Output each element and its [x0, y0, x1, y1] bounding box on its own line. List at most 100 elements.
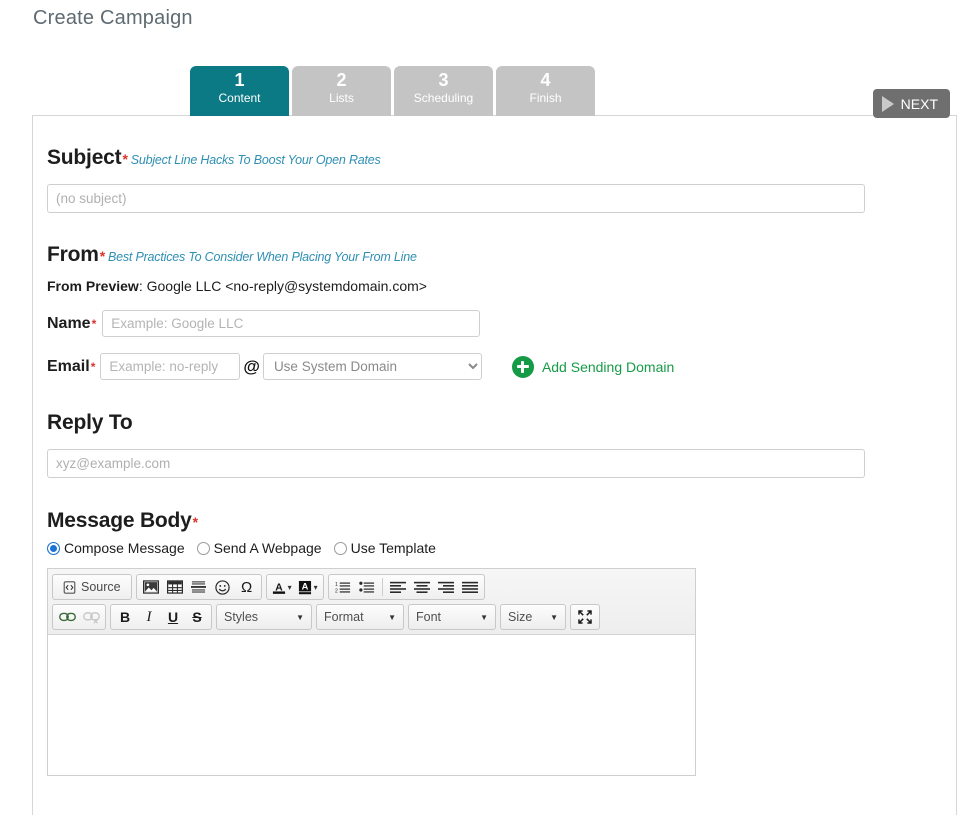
font-dropdown[interactable]: Font ▼: [408, 604, 496, 630]
svg-text:A: A: [301, 581, 308, 591]
from-name-required-mark: *: [91, 316, 97, 331]
from-required-mark: *: [99, 248, 105, 264]
wizard-steps: 1 Content 2 Lists 3 Scheduling 4 Finish: [190, 66, 595, 116]
editor-toolbar-row-1: Source Ω A ▾ A ▾ 1 2: [52, 574, 691, 600]
special-character-icon[interactable]: Ω: [235, 576, 259, 598]
editor-content-area[interactable]: [48, 635, 695, 775]
message-body-options: Compose Message Send A Webpage Use Templ…: [47, 540, 956, 556]
sending-domain-select[interactable]: Use System Domain: [262, 353, 482, 380]
option-send-a-webpage-label: Send A Webpage: [213, 540, 322, 556]
align-center-icon[interactable]: [410, 576, 434, 598]
from-name-label: Name*: [47, 315, 96, 333]
align-justify-icon[interactable]: [458, 576, 482, 598]
maximize-icon[interactable]: [573, 606, 597, 628]
chevron-down-icon: ▾: [287, 582, 292, 592]
from-email-label: Email*: [47, 358, 95, 376]
svg-text:2: 2: [335, 588, 338, 594]
radio-compose-message[interactable]: [47, 541, 60, 555]
page-title: Create Campaign: [33, 7, 193, 29]
styles-dropdown[interactable]: Styles ▼: [216, 604, 312, 630]
option-compose-message-label: Compose Message: [64, 540, 185, 556]
size-dropdown[interactable]: Size ▼: [500, 604, 566, 630]
campaign-form: Subject * Subject Line Hacks To Boost Your…: [33, 116, 956, 776]
size-dropdown-label: Size: [508, 610, 533, 624]
underline-icon[interactable]: U: [161, 606, 185, 628]
horizontal-rule-icon[interactable]: [187, 576, 211, 598]
smiley-icon[interactable]: [211, 576, 235, 598]
play-arrow-icon: [881, 95, 894, 112]
font-dropdown-label: Font: [416, 610, 442, 624]
from-name-input[interactable]: [102, 310, 481, 337]
align-left-icon[interactable]: [386, 576, 410, 598]
wizard-step-scheduling[interactable]: 3 Scheduling: [394, 66, 493, 116]
from-heading-text: From: [47, 243, 99, 266]
wizard-step-label: Lists: [329, 91, 354, 105]
bold-icon[interactable]: B: [113, 606, 137, 628]
wizard-step-finish[interactable]: 4 Finish: [496, 66, 595, 116]
link-icon[interactable]: [55, 606, 79, 628]
radio-use-template[interactable]: [333, 541, 347, 555]
chevron-down-icon: ▼: [296, 612, 304, 622]
toolbar-group-insert: Ω: [135, 574, 262, 600]
toolbar-group-link: [52, 604, 106, 630]
wizard-step-label: Finish: [529, 91, 562, 105]
subject-hint-link[interactable]: Subject Line Hacks To Boost Your Open Ra…: [131, 153, 381, 167]
reply-to-input[interactable]: [47, 449, 865, 478]
reply-to-heading-text: Reply To: [47, 411, 133, 434]
numbered-list-icon[interactable]: 1 2: [331, 576, 355, 598]
background-color-icon[interactable]: A ▾: [295, 576, 321, 598]
wizard-step-number: 2: [336, 70, 347, 90]
message-body-heading-text: Message Body: [47, 509, 192, 532]
wizard-step-lists[interactable]: 2 Lists: [292, 66, 391, 116]
from-section-heading: From * Best Practices To Consider When Pla…: [47, 243, 956, 267]
add-sending-domain-label: Add Sending Domain: [541, 358, 675, 375]
toolbar-group-maximize: [570, 604, 600, 630]
unlink-icon[interactable]: [79, 606, 103, 628]
styles-dropdown-label: Styles: [224, 610, 259, 624]
plus-icon: [511, 355, 534, 378]
radio-send-a-webpage[interactable]: [196, 541, 210, 555]
image-icon[interactable]: [139, 576, 163, 598]
wizard-step-content[interactable]: 1 Content: [190, 66, 289, 116]
text-color-icon[interactable]: A ▾: [269, 576, 295, 598]
source-button[interactable]: Source: [55, 576, 129, 598]
wizard-step-label: Content: [218, 91, 261, 105]
strikethrough-icon[interactable]: S: [185, 606, 209, 628]
format-dropdown[interactable]: Format ▼: [316, 604, 404, 630]
italic-icon[interactable]: I: [137, 606, 161, 628]
wizard-step-number: 3: [438, 70, 449, 90]
toolbar-group-lists-align: 1 2: [327, 574, 485, 600]
from-name-row: Name*: [47, 310, 956, 337]
from-email-row: Email* @ Use System Domain Add Sending D…: [47, 353, 956, 380]
from-name-label-text: Name: [47, 314, 91, 332]
reply-to-section-heading: Reply To: [47, 411, 956, 435]
from-preview-value: : Google LLC <no-reply@systemdomain.com>: [138, 278, 427, 294]
bulleted-list-icon[interactable]: [355, 576, 379, 598]
toolbar-group-source: Source: [52, 574, 132, 600]
table-icon[interactable]: [163, 576, 187, 598]
from-hint-link[interactable]: Best Practices To Consider When Placing …: [108, 250, 417, 264]
next-button-label: NEXT: [900, 95, 938, 112]
format-dropdown-label: Format: [324, 610, 364, 624]
subject-section-heading: Subject * Subject Line Hacks To Boost Your…: [47, 146, 956, 170]
source-code-icon: [63, 580, 76, 594]
message-body-required-mark: *: [192, 514, 198, 530]
editor-toolbar: Source Ω A ▾ A ▾ 1 2 B I U S Styles ▼ Fo…: [48, 569, 695, 635]
option-compose-message[interactable]: Compose Message: [47, 540, 185, 556]
subject-heading-text: Subject: [47, 146, 122, 169]
align-right-icon[interactable]: [434, 576, 458, 598]
next-button[interactable]: NEXT: [872, 89, 950, 118]
option-use-template[interactable]: Use Template: [333, 540, 436, 556]
rich-text-editor: Source Ω A ▾ A ▾ 1 2 B I U S Styles ▼ Fo…: [47, 568, 696, 776]
subject-input[interactable]: [47, 184, 865, 213]
option-send-a-webpage[interactable]: Send A Webpage: [196, 540, 322, 556]
from-email-input[interactable]: [100, 353, 241, 380]
toolbar-separator: [381, 578, 383, 596]
from-preview-label: From Preview: [47, 278, 139, 294]
chevron-down-icon: ▼: [388, 612, 396, 622]
message-body-section-heading: Message Body *: [47, 509, 956, 533]
toolbar-group-format: B I U S: [110, 604, 212, 630]
from-email-required-mark: *: [90, 359, 96, 374]
chevron-down-icon: ▼: [550, 612, 558, 622]
add-sending-domain-button[interactable]: Add Sending Domain: [511, 355, 675, 378]
